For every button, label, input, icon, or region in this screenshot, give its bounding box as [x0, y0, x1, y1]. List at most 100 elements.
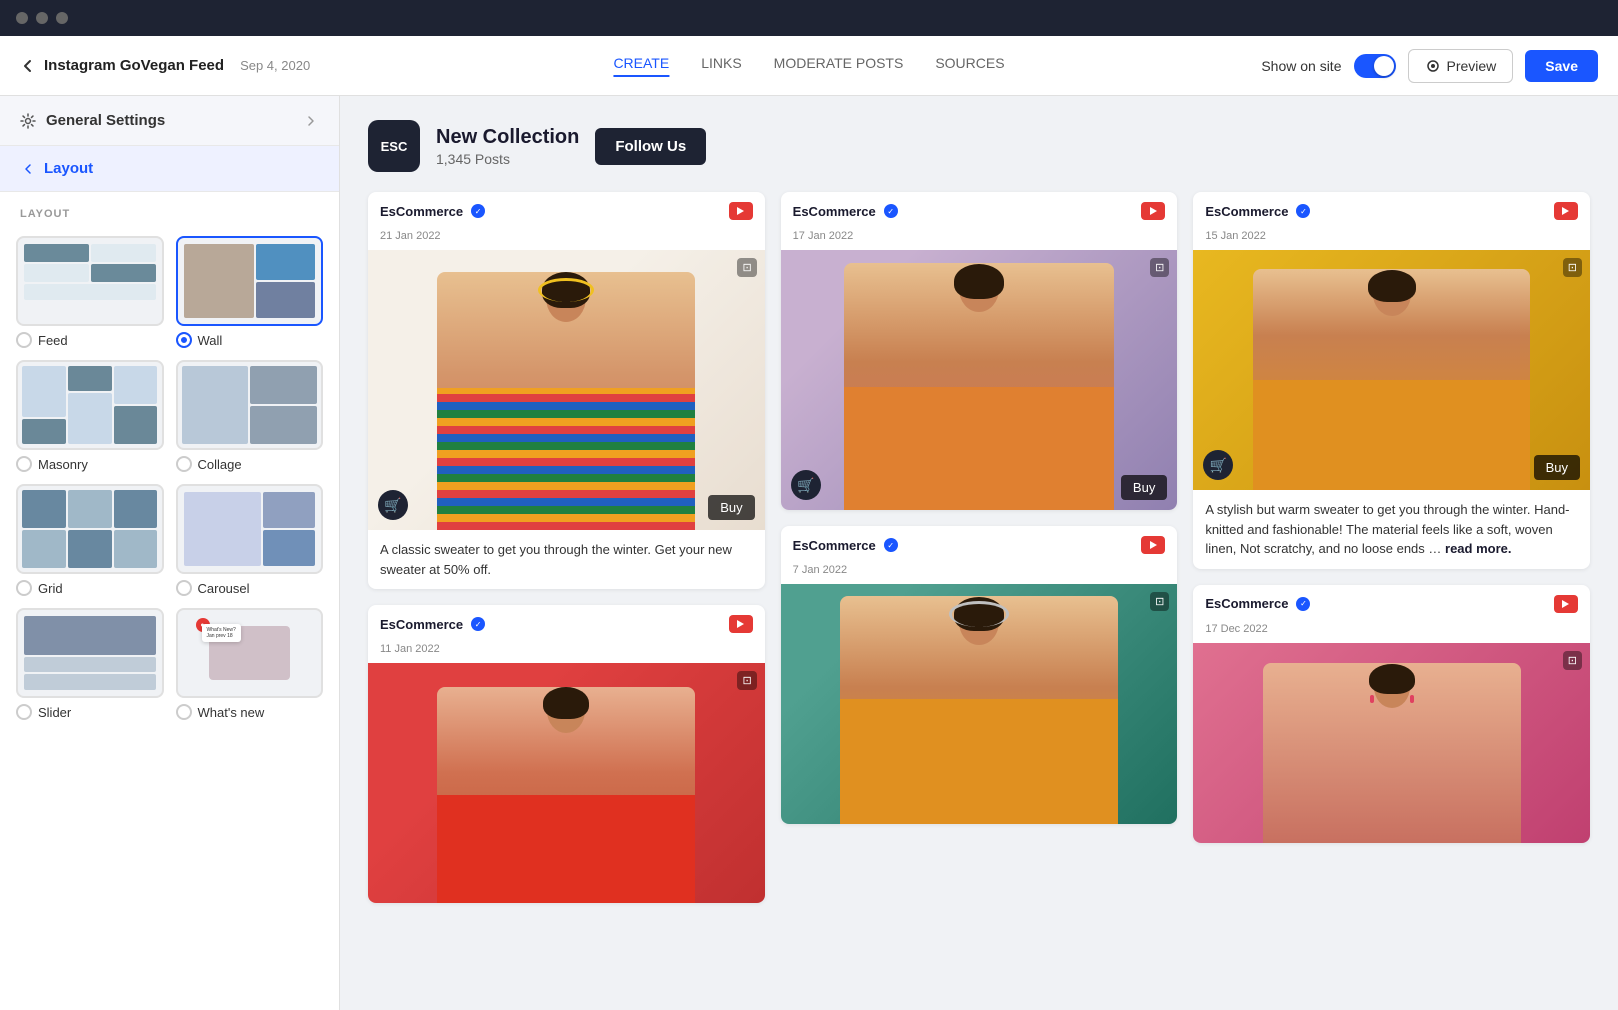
- post-date-5: 7 Jan 2022: [781, 564, 1178, 584]
- post-verified-4: ✓: [471, 617, 485, 631]
- post-username-2: EsCommerce: [793, 204, 876, 219]
- post-image-container-1: ⊡ 🛒 Buy: [368, 250, 765, 530]
- follow-button[interactable]: Follow Us: [595, 128, 706, 165]
- feed-date: Sep 4, 2020: [240, 58, 310, 73]
- post-image-3: ⊡: [1193, 250, 1590, 490]
- general-settings-item[interactable]: General Settings: [0, 96, 339, 146]
- post-image-5: ⊡: [781, 584, 1178, 824]
- post-image-cam-1: ⊡: [737, 258, 756, 277]
- post-card-2: EsCommerce ✓ 17 Jan 2022: [781, 192, 1178, 510]
- post-username-5: EsCommerce: [793, 538, 876, 553]
- post-header-2: EsCommerce ✓: [781, 192, 1178, 230]
- post-yt-icon-2[interactable]: [1141, 202, 1165, 220]
- posts-grid: EsCommerce ✓ 21 Jan 2022: [368, 192, 1590, 903]
- feed-posts-count: 1,345 Posts: [436, 151, 579, 167]
- preview-button[interactable]: Preview: [1408, 49, 1514, 83]
- post-image-container-5: ⊡: [781, 584, 1178, 824]
- post-date-1: 21 Jan 2022: [368, 230, 765, 250]
- post-card-6: EsCommerce ✓ 17 Dec 2022: [1193, 585, 1590, 843]
- post-date-4: 11 Jan 2022: [368, 643, 765, 663]
- gear-icon: [20, 113, 36, 129]
- post-header-6: EsCommerce ✓: [1193, 585, 1590, 623]
- layout-thumb-carousel: [176, 484, 324, 574]
- layout-option-grid[interactable]: Grid: [16, 484, 164, 596]
- radio-carousel: [176, 580, 192, 596]
- post-username-1: EsCommerce: [380, 204, 463, 219]
- topnav: Instagram GoVegan Feed Sep 4, 2020 CREAT…: [0, 36, 1618, 96]
- post-yt-icon-3[interactable]: [1554, 202, 1578, 220]
- post-cart-2[interactable]: 🛒: [791, 470, 821, 500]
- radio-feed: [16, 332, 32, 348]
- layout-option-whatsnew[interactable]: ● What's New?Jan prev 18 What's new: [176, 608, 324, 720]
- tab-sources[interactable]: SOURCES: [935, 55, 1004, 77]
- radio-whatsnew: [176, 704, 192, 720]
- titlebar-dot-2: [36, 12, 48, 24]
- post-buy-btn-1[interactable]: Buy: [708, 495, 754, 520]
- show-site-label: Show on site: [1261, 58, 1341, 74]
- titlebar-dot-3: [56, 12, 68, 24]
- layout-option-carousel[interactable]: Carousel: [176, 484, 324, 596]
- post-header-1: EsCommerce ✓: [368, 192, 765, 230]
- post-image-cam-4: ⊡: [737, 671, 756, 690]
- post-image-container-6: ⊡: [1193, 643, 1590, 843]
- layout-item[interactable]: Layout: [0, 146, 339, 192]
- post-yt-icon-5[interactable]: [1141, 536, 1165, 554]
- radio-masonry: [16, 456, 32, 472]
- tab-links[interactable]: LINKS: [701, 55, 741, 77]
- post-column-1: EsCommerce ✓ 21 Jan 2022: [368, 192, 765, 903]
- show-site-toggle[interactable]: [1354, 54, 1396, 78]
- post-image-cam-2: ⊡: [1150, 258, 1169, 277]
- post-column-3: EsCommerce ✓ 15 Jan 2022: [1193, 192, 1590, 903]
- post-image-2: ⊡: [781, 250, 1178, 510]
- chevron-right-icon: [303, 113, 319, 129]
- post-yt-icon-4[interactable]: [729, 615, 753, 633]
- feed-avatar: ESC: [368, 120, 420, 172]
- layout-grid: Feed Wall: [0, 228, 339, 736]
- layout-label-slider: Slider: [38, 705, 71, 720]
- titlebar: [0, 0, 1618, 36]
- feed-info: New Collection 1,345 Posts: [436, 126, 579, 167]
- post-image-4: ⊡: [368, 663, 765, 903]
- post-username-4: EsCommerce: [380, 617, 463, 632]
- layout-thumb-grid: [16, 484, 164, 574]
- layout-option-masonry[interactable]: Masonry: [16, 360, 164, 472]
- back-arrow-icon: [20, 58, 36, 74]
- save-button[interactable]: Save: [1525, 50, 1598, 82]
- radio-slider: [16, 704, 32, 720]
- post-buy-btn-2[interactable]: Buy: [1121, 475, 1167, 500]
- post-yt-icon-1[interactable]: [729, 202, 753, 220]
- layout-thumb-collage: [176, 360, 324, 450]
- layout-thumb-wall: [176, 236, 324, 326]
- layout-label-whatsnew: What's new: [198, 705, 265, 720]
- post-verified-6: ✓: [1296, 597, 1310, 611]
- post-username-3: EsCommerce: [1205, 204, 1288, 219]
- feed-header: ESC New Collection 1,345 Posts Follow Us: [368, 120, 1590, 172]
- layout-option-wall[interactable]: Wall: [176, 236, 324, 348]
- post-image-6: ⊡: [1193, 643, 1590, 843]
- layout-option-feed[interactable]: Feed: [16, 236, 164, 348]
- post-card-4: EsCommerce ✓ 11 Jan 2022: [368, 605, 765, 903]
- post-image-container-3: ⊡ 🛒 Buy: [1193, 250, 1590, 490]
- post-cart-1[interactable]: 🛒: [378, 490, 408, 520]
- tab-create[interactable]: CREATE: [613, 55, 669, 77]
- topnav-right: Show on site Preview Save: [1261, 49, 1598, 83]
- main-layout: General Settings Layout LAYOUT: [0, 96, 1618, 1010]
- post-image-container-2: ⊡ 🛒 Buy: [781, 250, 1178, 510]
- post-text-3: A stylish but warm sweater to get you th…: [1193, 490, 1590, 569]
- post-verified-5: ✓: [884, 538, 898, 552]
- post-header-3: EsCommerce ✓: [1193, 192, 1590, 230]
- layout-option-slider[interactable]: Slider: [16, 608, 164, 720]
- read-more-3[interactable]: read more.: [1445, 541, 1511, 556]
- back-button[interactable]: Instagram GoVegan Feed Sep 4, 2020: [20, 57, 310, 74]
- content-area: ESC New Collection 1,345 Posts Follow Us…: [340, 96, 1618, 1010]
- layout-thumb-feed: [16, 236, 164, 326]
- post-verified-2: ✓: [884, 204, 898, 218]
- feed-title: Instagram GoVegan Feed: [44, 57, 224, 74]
- tab-moderate[interactable]: MODERATE POSTS: [774, 55, 904, 77]
- post-buy-btn-3[interactable]: Buy: [1534, 455, 1580, 480]
- post-yt-icon-6[interactable]: [1554, 595, 1578, 613]
- layout-option-collage[interactable]: Collage: [176, 360, 324, 472]
- post-column-2: EsCommerce ✓ 17 Jan 2022: [781, 192, 1178, 903]
- post-date-6: 17 Dec 2022: [1193, 623, 1590, 643]
- general-settings-label: General Settings: [46, 112, 165, 129]
